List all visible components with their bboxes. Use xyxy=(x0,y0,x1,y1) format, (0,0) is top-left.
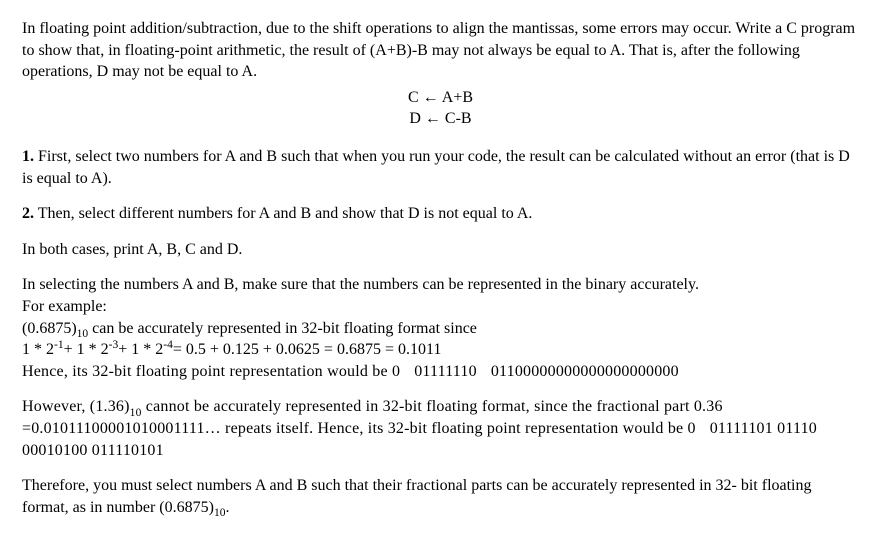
however-prefix: However, (1.36) xyxy=(22,398,130,415)
eq-exp3: -4 xyxy=(163,339,173,351)
hence-line-1: Hence, its 32-bit floating point represe… xyxy=(22,363,679,380)
however-exponent: 01111101 xyxy=(710,420,773,437)
example-number: (0.6875)10 can be accurately represented… xyxy=(22,320,477,337)
example-equation: 1 * 2-1+ 1 * 2-3+ 1 * 2-4= 0.5 + 0.125 +… xyxy=(22,341,441,358)
eq-pre: 1 * 2 xyxy=(22,341,54,358)
operation-d: D ← C-B xyxy=(22,108,859,130)
eq-exp1: -1 xyxy=(54,339,64,351)
however-sub: 10 xyxy=(130,407,142,419)
eq-exp2: -3 xyxy=(109,339,119,351)
operation-c: C ← A+B xyxy=(22,87,859,109)
selection-instructions: In selecting the numbers A and B, make s… xyxy=(22,274,859,382)
step-1: 1. First, select two numbers for A and B… xyxy=(22,146,859,189)
step-1-text: First, select two numbers for A and B su… xyxy=(22,148,850,187)
both-cases-note: In both cases, print A, B, C and D. xyxy=(22,239,859,261)
step-2: 2. Then, select different numbers for A … xyxy=(22,203,859,225)
example-number-prefix: (0.6875) xyxy=(22,320,77,337)
example-number-suffix: can be accurately represented in 32-bit … xyxy=(88,320,477,337)
select-note-line: In selecting the numbers A and B, make s… xyxy=(22,276,699,293)
hence1-exponent: 01111110 xyxy=(414,363,477,380)
however-paragraph: However, (1.36)10 cannot be accurately r… xyxy=(22,396,859,461)
example-label: For example: xyxy=(22,298,107,315)
therefore-sub: 10 xyxy=(214,507,226,519)
therefore-paragraph: Therefore, you must select numbers A and… xyxy=(22,475,859,518)
therefore-suffix: . xyxy=(225,499,229,516)
eq-mid1: + 1 * 2 xyxy=(64,341,109,358)
eq-tail: = 0.5 + 0.125 + 0.0625 = 0.6875 = 0.1011 xyxy=(173,341,442,358)
hence1-mantissa: 01100000000000000000000 xyxy=(491,363,679,380)
eq-mid2: + 1 * 2 xyxy=(118,341,163,358)
step-2-number: 2. xyxy=(22,205,34,222)
step-2-text: Then, select different numbers for A and… xyxy=(34,205,532,222)
hence1-prefix: Hence, its 32-bit floating point represe… xyxy=(22,363,400,380)
example-number-sub: 10 xyxy=(77,328,89,340)
operations-block: C ← A+B D ← C-B xyxy=(22,87,859,130)
intro-paragraph: In floating point addition/subtraction, … xyxy=(22,18,859,83)
step-1-number: 1. xyxy=(22,148,34,165)
therefore-prefix: Therefore, you must select numbers A and… xyxy=(22,477,812,516)
